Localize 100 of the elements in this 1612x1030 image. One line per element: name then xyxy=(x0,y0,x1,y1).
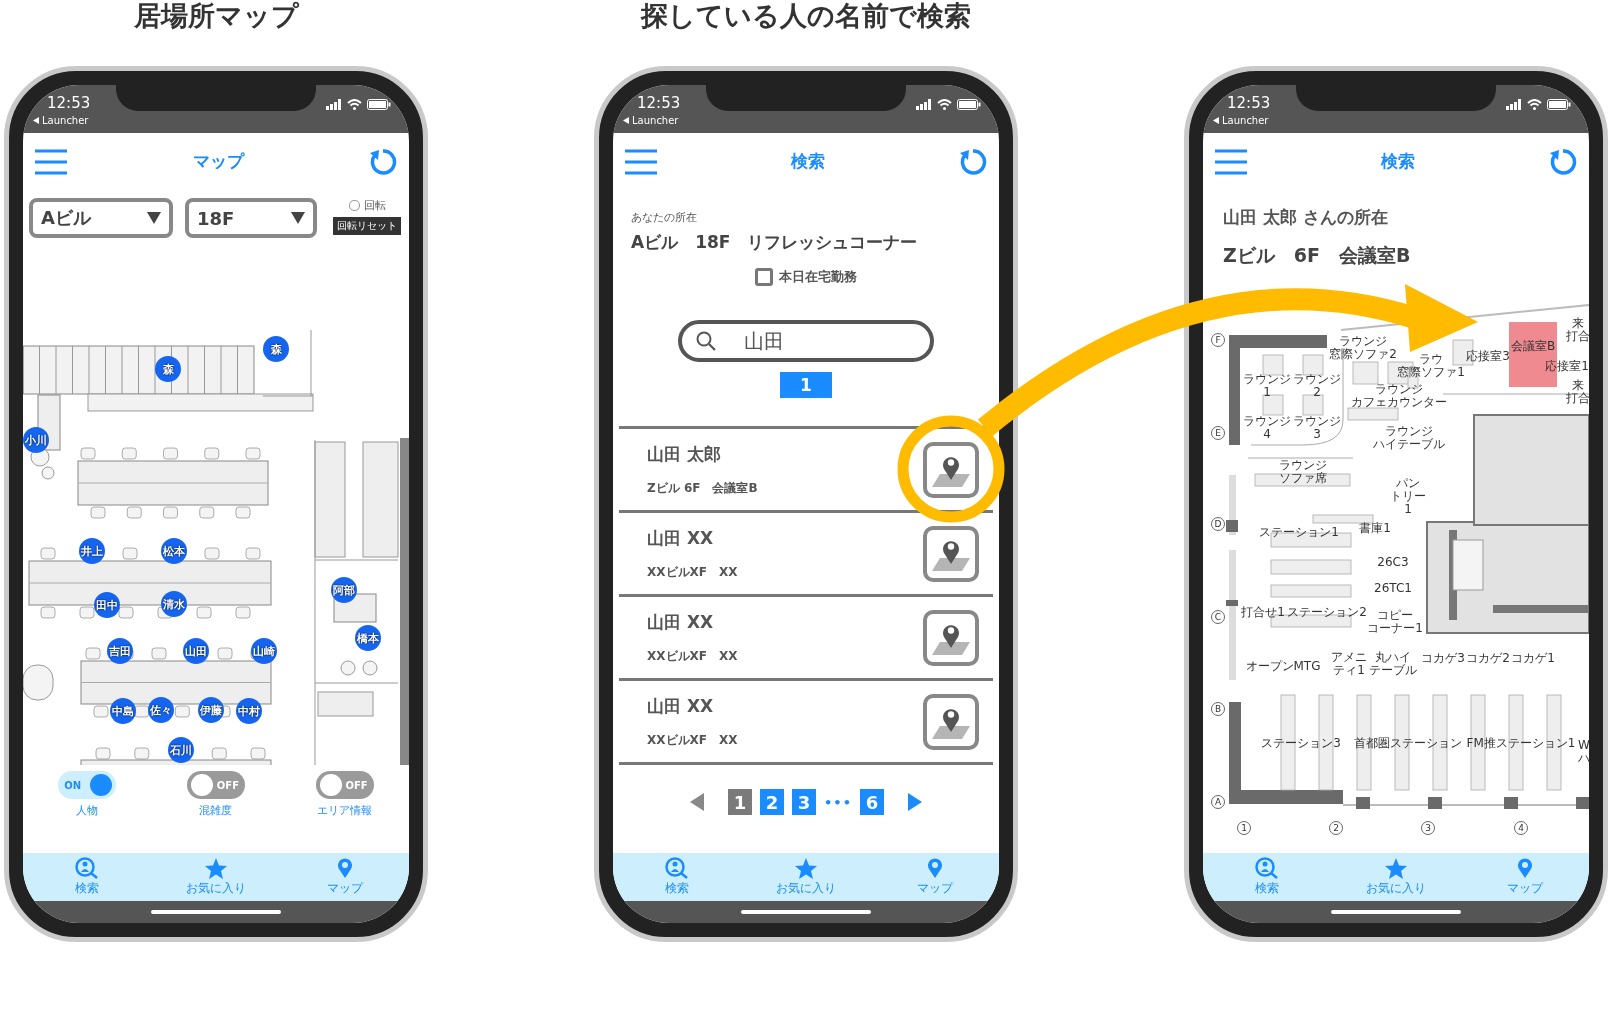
search-field[interactable]: 山田 xyxy=(678,320,934,362)
tab-bar-item[interactable]: マップ xyxy=(870,853,999,901)
person-marker[interactable]: 松本 xyxy=(161,538,187,564)
tab-bar-item[interactable]: お気に入り xyxy=(151,853,281,901)
show-on-map-button[interactable] xyxy=(923,693,979,750)
person-marker[interactable]: 吉田 xyxy=(107,638,133,664)
room-label: コカゲ3 xyxy=(1421,651,1465,665)
toggle-switch[interactable]: OFF xyxy=(315,771,374,799)
menu-icon[interactable] xyxy=(625,148,657,175)
search-icon xyxy=(696,331,716,351)
grid-axis-label: F xyxy=(1211,333,1225,347)
person-marker[interactable]: 中島 xyxy=(110,698,136,724)
grid-axis-label: E xyxy=(1211,426,1225,440)
star-icon xyxy=(1385,857,1407,879)
back-link[interactable]: Launcher xyxy=(632,115,679,126)
room-label: 1 xyxy=(1404,502,1412,516)
tab-bar-item[interactable]: マップ xyxy=(280,853,409,901)
room-label: 26TC1 xyxy=(1374,581,1412,595)
page-number[interactable]: 6 xyxy=(859,789,884,815)
room-label: アメニ xyxy=(1331,651,1367,664)
room-label: 1 xyxy=(1263,386,1271,399)
map-pin-icon xyxy=(336,857,353,879)
room-label: 来 xyxy=(1572,317,1584,330)
room-label: コカゲ1 xyxy=(1511,651,1555,665)
wifi-icon xyxy=(347,99,362,110)
person-marker[interactable]: 石川 xyxy=(168,737,194,763)
room-label: 打合せ1 xyxy=(1241,605,1285,619)
room-label: ラウンジ xyxy=(1243,415,1291,428)
room-label: ティ1 xyxy=(1333,664,1365,677)
person-marker[interactable]: 小川 xyxy=(23,427,49,453)
room-label: ソファ席 xyxy=(1279,472,1327,485)
room-label: 打合 xyxy=(1566,330,1589,343)
next-page-icon[interactable] xyxy=(907,793,922,811)
person-marker[interactable]: 山田 xyxy=(183,638,209,664)
toggle-switch[interactable]: OFF xyxy=(187,771,245,799)
person-marker[interactable]: 佐々 xyxy=(148,697,174,723)
back-arrow-icon[interactable] xyxy=(623,117,629,124)
page-number[interactable]: 2 xyxy=(760,789,785,815)
status-time: 12:53 xyxy=(637,94,681,112)
status-time: 12:53 xyxy=(1227,94,1271,112)
refresh-icon[interactable] xyxy=(1549,147,1577,176)
room-label: コーナー1 xyxy=(1367,622,1423,635)
room-label: 窓際ソファ1 xyxy=(1397,366,1465,379)
battery-icon xyxy=(1547,99,1571,110)
room-label: FM推ステーション1 xyxy=(1466,736,1576,750)
grid-axis-label: 2 xyxy=(1329,821,1343,835)
person-marker[interactable]: 井上 xyxy=(79,538,105,564)
grid-axis-label: B xyxy=(1211,702,1225,716)
rotate-checkbox[interactable] xyxy=(348,200,360,211)
back-link[interactable]: Launcher xyxy=(1222,115,1269,126)
tab-bar-item[interactable]: 検索 xyxy=(23,853,152,901)
person-marker[interactable]: 橋本 xyxy=(355,625,381,651)
room-label: 4 xyxy=(1263,428,1271,441)
rotate-reset-button[interactable]: 回転リセット xyxy=(333,217,401,235)
tab-bar-item[interactable]: お気に入り xyxy=(1331,853,1461,901)
dropdown-caret-icon xyxy=(291,212,305,224)
person-marker[interactable]: 阿部 xyxy=(331,577,357,603)
checkbox-label: 回転 xyxy=(363,198,386,213)
building-dropdown[interactable]: Aビル xyxy=(29,198,173,238)
tab-bar-item[interactable]: 検索 xyxy=(613,853,742,901)
toggle-label: 混雑度 xyxy=(199,803,233,818)
tab-bar-item[interactable]: お気に入り xyxy=(741,853,871,901)
back-arrow-icon[interactable] xyxy=(1213,117,1219,124)
show-on-map-button[interactable] xyxy=(923,441,979,498)
room-label: コカゲ2 xyxy=(1466,651,1510,665)
page-number[interactable]: 1 xyxy=(728,789,753,815)
page-ellipsis: ••• xyxy=(824,794,852,810)
work-from-home-checkbox[interactable] xyxy=(755,268,773,286)
tab-bar-item[interactable]: 検索 xyxy=(1203,853,1332,901)
back-arrow-icon[interactable] xyxy=(33,117,39,124)
person-name: 山田 XX xyxy=(647,694,715,718)
location-label: あなたの所在 xyxy=(631,210,698,225)
show-on-map-button[interactable] xyxy=(923,525,979,582)
person-marker[interactable]: 中村 xyxy=(236,698,262,724)
person-marker[interactable]: 山崎 xyxy=(251,638,277,664)
current-location: Aビル 18F リフレッシュコーナー xyxy=(631,231,919,254)
menu-icon[interactable] xyxy=(35,148,67,175)
room-label: ラウンジ xyxy=(1243,373,1291,386)
room-label: カフェカウンター xyxy=(1351,396,1447,409)
signal-icon xyxy=(916,99,932,110)
refresh-icon[interactable] xyxy=(369,147,397,176)
toggle-label: 人物 xyxy=(76,803,99,818)
room-label: トリー xyxy=(1390,489,1426,503)
room-label: ラウンジ xyxy=(1279,459,1327,472)
toggle-label: エリア情報 xyxy=(317,803,373,818)
wifi-icon xyxy=(937,99,952,110)
refresh-icon[interactable] xyxy=(959,147,987,176)
show-on-map-button[interactable] xyxy=(923,609,979,666)
person-marker[interactable]: 伊藤 xyxy=(198,697,224,723)
battery-icon xyxy=(957,99,981,110)
page-number[interactable]: 3 xyxy=(792,789,817,815)
toggle-switch[interactable]: ON xyxy=(58,771,117,799)
floor-dropdown[interactable]: 18F xyxy=(185,198,317,238)
back-link[interactable]: Launcher xyxy=(42,115,89,126)
caption: 居場所マップ xyxy=(133,0,299,32)
menu-icon[interactable] xyxy=(1215,148,1247,175)
person-marker[interactable]: 森 xyxy=(263,336,289,362)
wifi-icon xyxy=(1527,99,1542,110)
room-label: ラウンジ xyxy=(1293,415,1341,428)
tab-bar-item[interactable]: マップ xyxy=(1460,853,1589,901)
